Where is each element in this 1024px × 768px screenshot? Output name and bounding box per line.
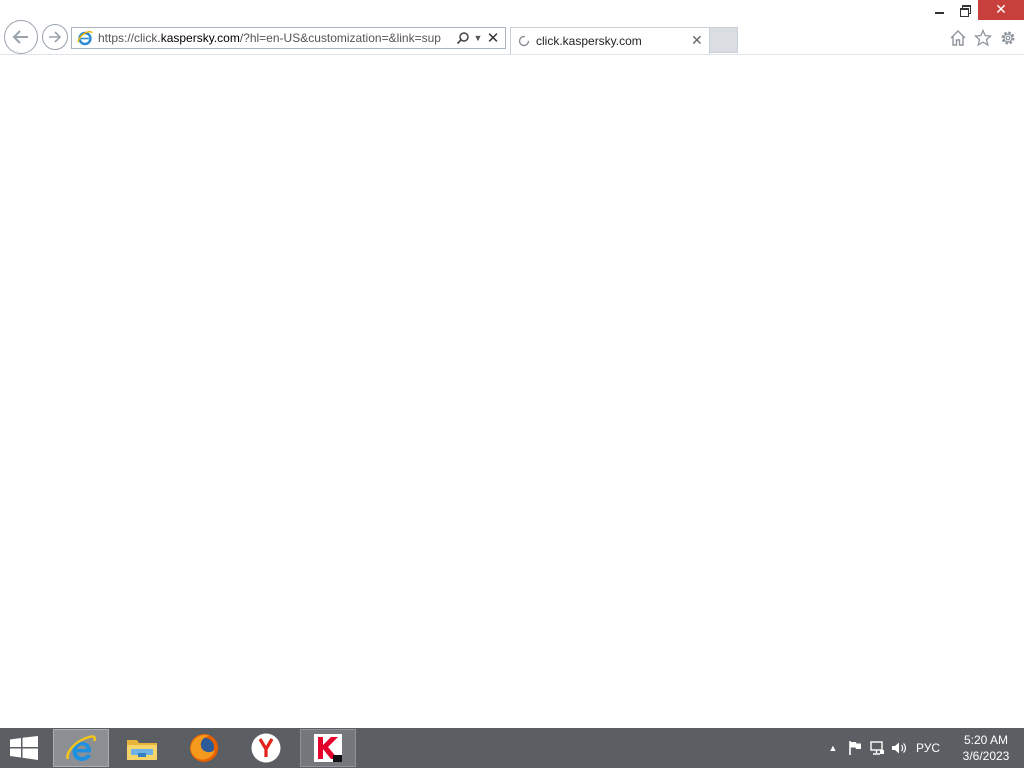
new-tab-button[interactable]: [710, 27, 738, 53]
restore-icon: [960, 5, 971, 17]
url-rest: /?hl=en-US&customization=&link=sup: [239, 31, 441, 45]
minimize-button[interactable]: [926, 0, 952, 20]
system-tray: ▲ РУС 5:20 AM 3/6/2023: [822, 728, 1024, 768]
action-center-flag-icon[interactable]: [844, 728, 866, 768]
back-button[interactable]: [4, 20, 38, 54]
clock[interactable]: 5:20 AM 3/6/2023: [948, 732, 1024, 764]
taskbar-app-yandex-browser[interactable]: [238, 729, 294, 767]
stop-loading-icon[interactable]: ✕: [484, 29, 502, 47]
dropdown-arrow-icon[interactable]: ▼: [472, 33, 484, 43]
clock-date: 3/6/2023: [962, 749, 1010, 763]
taskbar-app-file-explorer[interactable]: [114, 729, 170, 767]
url-text[interactable]: https://click.kaspersky.com/?hl=en-US&cu…: [98, 31, 452, 45]
screen: ✕ https://click.kaspersky.com/?hl=en-US&…: [0, 0, 1024, 768]
url-domain: kaspersky.com: [160, 31, 240, 45]
folder-icon: [127, 740, 157, 760]
address-bar[interactable]: https://click.kaspersky.com/?hl=en-US&cu…: [71, 27, 506, 49]
show-hidden-icons-icon[interactable]: ▲: [822, 728, 844, 768]
navigation-bar: https://click.kaspersky.com/?hl=en-US&cu…: [0, 20, 1024, 56]
taskbar-app-internet-explorer[interactable]: [53, 729, 109, 767]
taskbar: ▲ РУС 5:20 AM 3/6/2023: [0, 728, 1024, 768]
network-icon[interactable]: [866, 728, 888, 768]
taskbar-app-firefox[interactable]: [176, 729, 232, 767]
taskbar-app-kaspersky[interactable]: [300, 729, 356, 767]
ie-page-icon: [76, 29, 94, 47]
kaspersky-icon: [314, 734, 342, 762]
home-icon[interactable]: [948, 28, 968, 48]
tab-active[interactable]: click.kaspersky.com ✕: [510, 27, 710, 54]
firefox-icon: [190, 734, 218, 762]
yandex-browser-icon: [251, 733, 281, 763]
restore-button[interactable]: [952, 0, 978, 20]
tab-close-icon[interactable]: ✕: [691, 33, 709, 49]
loading-spinner-icon: [518, 35, 530, 47]
close-button[interactable]: ✕: [978, 0, 1024, 20]
gear-icon[interactable]: [998, 28, 1018, 48]
forward-arrow-icon: [49, 31, 62, 43]
search-icon[interactable]: [454, 29, 472, 47]
windows-logo-icon: [10, 736, 38, 760]
forward-button[interactable]: [42, 24, 68, 50]
url-prefix: https://click.: [98, 31, 161, 45]
tab-title: click.kaspersky.com: [536, 34, 642, 48]
input-language[interactable]: РУС: [916, 741, 940, 755]
window-controls: ✕: [926, 0, 1024, 20]
start-button[interactable]: [0, 728, 48, 768]
back-arrow-icon: [12, 30, 28, 44]
internet-explorer-icon: [66, 735, 96, 761]
minimize-icon: [934, 12, 944, 14]
clock-time: 5:20 AM: [963, 733, 1009, 747]
page-content[interactable]: [0, 55, 1024, 728]
close-icon: ✕: [995, 2, 1007, 18]
volume-icon[interactable]: [888, 728, 910, 768]
favorites-icon[interactable]: [973, 28, 993, 48]
